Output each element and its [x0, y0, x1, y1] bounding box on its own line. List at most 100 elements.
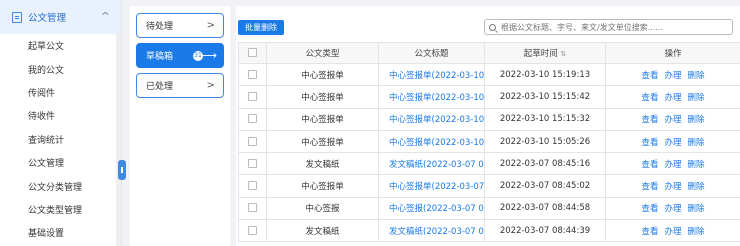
cell-time: 2022-03-07 08:44:39 — [484, 219, 606, 243]
cell-time: 2022-03-07 08:44:58 — [484, 196, 606, 221]
select-all-cell — [238, 42, 267, 64]
cell-title-link[interactable]: 发文稿纸(2022-03-07 0... — [378, 152, 485, 176]
cell-actions: 查看 办理 删除 — [605, 219, 740, 243]
sidebar-header-document-management[interactable]: 公文管理 ^ — [0, 0, 121, 34]
table-header-row: 公文类型 公文标题 起草时间 ⇅ 操作 — [238, 42, 740, 64]
table-row: 中心签报单 中心签报单(2022-03-07... 2022-03-07 08:… — [238, 174, 740, 198]
cell-title-link[interactable]: 中心签报单(2022-03-10... — [378, 107, 485, 131]
handle-link[interactable]: 办理 — [664, 182, 681, 192]
header-document-title[interactable]: 公文标题 — [378, 42, 485, 64]
cell-time: 2022-03-10 15:05:26 — [484, 129, 606, 154]
header-draft-time[interactable]: 起草时间 ⇅ — [484, 42, 606, 64]
delete-link[interactable]: 删除 — [688, 138, 705, 148]
row-checkbox[interactable] — [248, 114, 257, 124]
view-link[interactable]: 查看 — [641, 138, 658, 148]
delete-link[interactable]: 删除 — [688, 160, 705, 170]
document-icon — [12, 11, 22, 23]
cell-actions: 查看 办理 删除 — [605, 107, 740, 131]
view-link[interactable]: 查看 — [641, 93, 658, 103]
cell-title-link[interactable]: 发文稿纸(2022-03-07 0... — [378, 219, 485, 243]
status-panel: 待处理 > 草稿箱 31 ⟶ 已处理 > — [130, 6, 230, 246]
cell-actions: 查看 办理 删除 — [605, 152, 740, 176]
cell-time: 2022-03-10 15:15:32 — [484, 107, 606, 131]
cell-time: 2022-03-07 08:45:02 — [484, 174, 606, 198]
cell-type: 中心签报 — [266, 196, 379, 221]
status-pending-button[interactable]: 待处理 > — [136, 13, 224, 38]
view-link[interactable]: 查看 — [641, 227, 658, 237]
cell-actions: 查看 办理 删除 — [605, 196, 740, 221]
handle-link[interactable]: 办理 — [664, 115, 681, 125]
sidebar-item-document-management[interactable]: 公文管理 — [0, 151, 121, 174]
table-row: 中心签报单 中心签报单(2022-03-10... 2022-03-10 15:… — [238, 85, 740, 109]
cell-actions: 查看 办理 删除 — [605, 129, 740, 154]
batch-delete-button[interactable]: 批量删除 — [238, 20, 284, 35]
chevron-right-icon: > — [206, 20, 215, 31]
header-draft-time-label: 起草时间 — [523, 49, 558, 59]
handle-link[interactable]: 办理 — [664, 204, 681, 214]
chevron-right-icon: > — [206, 80, 215, 91]
cell-type: 中心签报单 — [266, 174, 379, 198]
delete-link[interactable]: 删除 — [688, 115, 705, 125]
cell-actions: 查看 办理 删除 — [605, 85, 740, 109]
row-checkbox[interactable] — [248, 91, 257, 101]
sort-icon[interactable]: ⇅ — [560, 50, 566, 58]
sidebar-item-type-management[interactable]: 公文类型管理 — [0, 198, 121, 221]
cell-actions: 查看 办理 删除 — [605, 62, 740, 87]
delete-link[interactable]: 删除 — [688, 71, 705, 81]
table-row: 发文稿纸 发文稿纸(2022-03-07 0... 2022-03-07 08:… — [238, 219, 740, 243]
sidebar-item-to-receive[interactable]: 待收件 — [0, 104, 121, 127]
row-checkbox[interactable] — [248, 69, 257, 79]
sidebar-collapse-handle[interactable] — [118, 160, 126, 180]
delete-link[interactable]: 删除 — [688, 227, 705, 237]
cell-type: 中心签报单 — [266, 62, 379, 87]
view-link[interactable]: 查看 — [641, 204, 658, 214]
view-link[interactable]: 查看 — [641, 182, 658, 192]
row-checkbox[interactable] — [248, 203, 257, 213]
sidebar: 公文管理 ^ 起草公文 我的公文 传阅件 待收件 查询统计 公文管理 公文分类管… — [0, 0, 126, 246]
view-link[interactable]: 查看 — [641, 160, 658, 170]
cell-type: 发文稿纸 — [266, 152, 379, 176]
delete-link[interactable]: 删除 — [688, 93, 705, 103]
row-checkbox[interactable] — [248, 181, 257, 191]
row-checkbox[interactable] — [248, 158, 257, 168]
search-box[interactable] — [484, 19, 733, 35]
select-all-checkbox[interactable] — [248, 48, 257, 57]
handle-link[interactable]: 办理 — [664, 138, 681, 148]
handle-link[interactable]: 办理 — [664, 227, 681, 237]
header-document-type[interactable]: 公文类型 — [266, 42, 379, 64]
header-actions: 操作 — [605, 42, 740, 64]
sidebar-header-title: 公文管理 — [28, 13, 67, 24]
delete-link[interactable]: 删除 — [688, 204, 705, 214]
view-link[interactable]: 查看 — [641, 71, 658, 81]
row-checkbox[interactable] — [248, 136, 257, 146]
sidebar-item-query-statistics[interactable]: 查询统计 — [0, 128, 121, 151]
cell-type: 中心签报单 — [266, 85, 379, 109]
sidebar-item-category-management[interactable]: 公文分类管理 — [0, 174, 121, 197]
table-row: 中心签报 中心签报(2022-03-07 0... 2022-03-07 08:… — [238, 196, 740, 221]
sidebar-item-basic-settings[interactable]: 基础设置 — [0, 221, 121, 244]
cell-title-link[interactable]: 中心签报单(2022-03-07... — [378, 174, 485, 198]
status-draft-button[interactable]: 草稿箱 31 ⟶ — [136, 43, 224, 68]
status-draft-label: 草稿箱 — [146, 52, 174, 62]
cell-title-link[interactable]: 中心签报(2022-03-07 0... — [378, 196, 485, 221]
sidebar-item-circulation[interactable]: 传阅件 — [0, 81, 121, 104]
cell-title-link[interactable]: 中心签报单(2022-03-10... — [378, 85, 485, 109]
handle-link[interactable]: 办理 — [664, 160, 681, 170]
sidebar-scrollbar-track[interactable] — [116, 34, 121, 246]
search-input[interactable] — [501, 22, 721, 32]
cell-title-link[interactable]: 中心签报单(2022-03-10... — [378, 62, 485, 87]
view-link[interactable]: 查看 — [641, 115, 658, 125]
table-row: 发文稿纸 发文稿纸(2022-03-07 0... 2022-03-07 08:… — [238, 152, 740, 176]
cell-time: 2022-03-10 15:19:13 — [484, 62, 606, 87]
row-checkbox[interactable] — [248, 225, 257, 235]
status-processed-button[interactable]: 已处理 > — [136, 73, 224, 98]
sidebar-item-my-documents[interactable]: 我的公文 — [0, 57, 121, 80]
delete-link[interactable]: 删除 — [688, 182, 705, 192]
handle-link[interactable]: 办理 — [664, 93, 681, 103]
sidebar-item-draft-document[interactable]: 起草公文 — [0, 34, 121, 57]
handle-link[interactable]: 办理 — [664, 71, 681, 81]
table-row: 中心签报单 中心签报单(2022-03-10... 2022-03-10 15:… — [238, 129, 740, 154]
cell-title-link[interactable]: 中心签报单(2022-03-10... — [378, 129, 485, 154]
table-row: 中心签报单 中心签报单(2022-03-10... 2022-03-10 15:… — [238, 107, 740, 131]
cell-actions: 查看 办理 删除 — [605, 174, 740, 198]
